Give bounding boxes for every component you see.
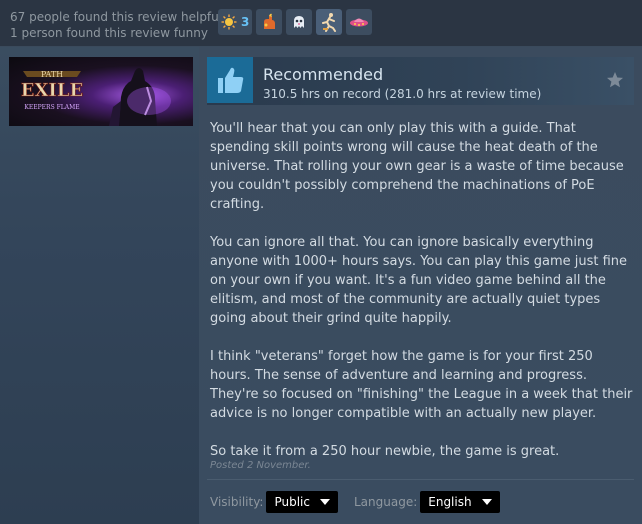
helpful-stats: 67 people found this review helpful 1 pe… [10, 9, 222, 41]
review-text: You'll hear that you can only play this … [210, 119, 635, 480]
review-paragraph: So take it from a 250 hour newbie, the g… [210, 444, 560, 459]
visibility-dropdown[interactable]: Public [266, 491, 338, 513]
ghost-award-icon [294, 16, 305, 28]
star-icon[interactable] [606, 71, 624, 89]
svg-text:EXILE: EXILE [21, 80, 83, 101]
hours-on-record: 310.5 hrs on record (281.0 hrs at review… [263, 87, 542, 101]
posted-date: Posted 2 November. [210, 460, 311, 471]
review-paragraph: You'll hear that you can only play this … [210, 121, 624, 212]
award-count: 3 [241, 15, 250, 29]
thumbs-up-icon [218, 67, 244, 93]
sun-award-icon [221, 14, 237, 30]
chevron-down-icon [481, 499, 492, 505]
visibility-label: Visibility: [210, 495, 264, 509]
language-label: Language: [353, 495, 418, 509]
award-runner[interactable] [316, 9, 343, 35]
review-paragraph: You can ignore all that. You can ignore … [210, 235, 628, 326]
vote-header[interactable]: Recommended 310.5 hrs on record (281.0 h… [207, 57, 634, 105]
review-paragraph: I think "veterans" forget how the game i… [210, 349, 633, 421]
award-sun[interactable]: 3 [218, 9, 253, 35]
runner-award-icon [322, 13, 337, 32]
path-of-exile-logo: PATH EXILE KEEPERS FLAME [15, 65, 89, 117]
language-value: English [428, 495, 472, 509]
thumbs-up-box [207, 57, 253, 103]
game-capsule-image[interactable]: PATH EXILE KEEPERS FLAME [9, 57, 193, 126]
funny-count-text: 1 person found this review funny [10, 26, 208, 40]
review-main: Recommended 310.5 hrs on record (281.0 h… [199, 47, 642, 524]
visibility-value: Public [274, 495, 310, 509]
award-pink-ufo[interactable] [346, 9, 373, 35]
pink-ufo-award-icon [350, 18, 369, 27]
chevron-down-icon [319, 499, 330, 505]
svg-text:KEEPERS FLAME: KEEPERS FLAME [24, 104, 79, 111]
flame-hand-award-icon [264, 13, 276, 29]
language-dropdown[interactable]: English [420, 491, 500, 513]
review-controls: Visibility: Public Language: English [210, 491, 516, 513]
award-flame-hand[interactable] [256, 9, 283, 35]
review-verdict: Recommended [263, 65, 384, 84]
divider [207, 479, 634, 480]
review-top-bar: 67 people found this review helpful 1 pe… [0, 0, 642, 47]
awards-bar: 3 [218, 9, 373, 37]
game-info-column: PATH EXILE KEEPERS FLAME [0, 47, 199, 524]
helpful-count-text: 67 people found this review helpful [10, 10, 223, 24]
svg-text:PATH: PATH [41, 70, 63, 79]
award-ghost[interactable] [286, 9, 313, 35]
